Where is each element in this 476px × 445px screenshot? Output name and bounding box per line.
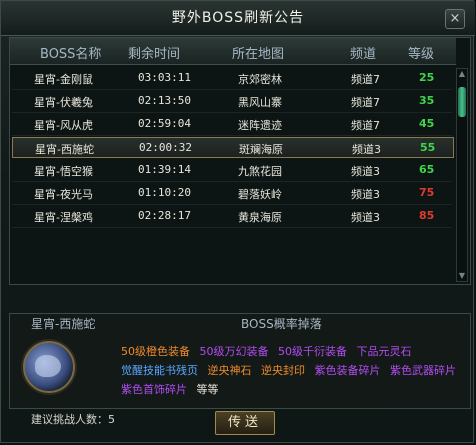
level-cell: 85 <box>419 209 435 222</box>
drop-item[interactable]: 50级千衍装备 <box>278 345 347 358</box>
level-cell: 35 <box>419 94 435 107</box>
level-cell: 45 <box>419 117 435 130</box>
boss-notice-window: 野外BOSS刷新公告 × BOSS名称 剩余时间 所在地图 频道 等级 星宵-金… <box>0 0 475 443</box>
map-cell: 九煞花园 <box>238 165 282 178</box>
channel-cell: 频道3 <box>351 165 380 178</box>
level-cell: 65 <box>419 163 435 176</box>
channel-cell: 频道7 <box>351 96 380 109</box>
channel-cell: 频道7 <box>351 119 380 132</box>
boss-name-cell: 星宵-风从虎 <box>34 119 93 132</box>
drop-item[interactable]: 50级万幻装备 <box>200 345 269 358</box>
scroll-thumb[interactable] <box>458 87 466 117</box>
header-level: 等级 <box>408 47 435 62</box>
remaining-time-cell: 02:28:17 <box>138 209 191 222</box>
boss-name-cell: 星宵-西施蛇 <box>35 143 94 156</box>
boss-name-cell: 星宵-涅槃鸡 <box>34 211 93 224</box>
channel-cell: 频道3 <box>351 211 380 224</box>
header-remaining-time: 剩余时间 <box>128 47 181 62</box>
drop-item[interactable]: 紫色武器碎片 <box>390 364 456 377</box>
selected-boss-name: 星宵-西施蛇 <box>31 317 96 331</box>
challengers-label: 建议挑战人数： <box>31 413 108 426</box>
level-cell: 25 <box>419 71 435 84</box>
drop-item[interactable]: 50级橙色装备 <box>121 345 190 358</box>
boss-name-cell: 星宵-悟空猴 <box>34 165 93 178</box>
remaining-time-cell: 02:59:04 <box>138 117 191 130</box>
boss-name-cell: 星宵-伏羲兔 <box>34 96 93 109</box>
remaining-time-cell: 02:13:50 <box>138 94 191 107</box>
channel-cell: 频道7 <box>351 73 380 86</box>
drop-title: BOSS概率掉落 <box>241 317 322 331</box>
level-cell: 75 <box>419 186 435 199</box>
drop-item[interactable]: 等等 <box>197 383 219 396</box>
title-bar[interactable]: 野外BOSS刷新公告 × <box>1 1 475 36</box>
drop-item-list: 50级橙色装备 50级万幻装备 50级千衍装备 下品元灵石 觉醒技能书残页 逆央… <box>121 342 467 399</box>
header-boss-name: BOSS名称 <box>40 47 102 62</box>
scroll-down-icon[interactable]: ▼ <box>457 271 467 281</box>
map-cell: 迷阵遗迹 <box>238 119 282 132</box>
drop-item[interactable]: 逆央神石 <box>208 364 252 377</box>
table-row[interactable]: 星宵-涅槃鸡 02:28:17 黄泉海原 频道3 85 <box>12 206 452 228</box>
map-cell: 京郊密林 <box>238 73 282 86</box>
drop-item[interactable]: 逆央封印 <box>261 364 305 377</box>
drop-item[interactable]: 下品元灵石 <box>357 345 412 358</box>
challengers-value: 5 <box>108 413 115 426</box>
map-cell: 斑斓海原 <box>239 143 283 156</box>
window-title: 野外BOSS刷新公告 <box>171 10 305 26</box>
table-header: BOSS名称 剩余时间 所在地图 频道 等级 <box>10 38 456 65</box>
drop-item[interactable]: 紫色装备碎片 <box>315 364 381 377</box>
header-channel: 频道 <box>350 47 377 62</box>
scroll-up-icon[interactable]: ▲ <box>457 69 467 79</box>
remaining-time-cell: 02:00:32 <box>139 141 192 154</box>
boss-avatar <box>23 341 75 393</box>
drop-header: 星宵-西施蛇 BOSS概率掉落 <box>9 311 469 333</box>
channel-cell: 频道3 <box>352 143 381 156</box>
table-row[interactable]: 星宵-金刚鼠 03:03:11 京郊密林 频道7 25 <box>12 68 452 90</box>
remaining-time-cell: 01:39:14 <box>138 163 191 176</box>
table-row[interactable]: 星宵-夜光马 01:10:20 碧落妖岭 频道3 75 <box>12 183 452 205</box>
map-cell: 黄泉海原 <box>238 211 282 224</box>
remaining-time-cell: 03:03:11 <box>138 71 191 84</box>
boss-name-cell: 星宵-金刚鼠 <box>34 73 93 86</box>
teleport-button[interactable]: 传送 <box>215 411 275 435</box>
header-map: 所在地图 <box>232 47 285 62</box>
drop-item[interactable]: 紫色首饰碎片 <box>121 383 187 396</box>
boss-name-cell: 星宵-夜光马 <box>34 188 93 201</box>
map-cell: 黑风山寨 <box>238 96 282 109</box>
boss-list-panel: BOSS名称 剩余时间 所在地图 频道 等级 星宵-金刚鼠 03:03:11 京郊密… <box>9 37 471 285</box>
table-row[interactable]: 星宵-伏羲兔 02:13:50 黑风山寨 频道7 35 <box>12 91 452 113</box>
table-row[interactable]: 星宵-风从虎 02:59:04 迷阵遗迹 频道7 45 <box>12 114 452 136</box>
table-row[interactable]: 星宵-悟空猴 01:39:14 九煞花园 频道3 65 <box>12 160 452 182</box>
table-row[interactable]: 星宵-西施蛇 02:00:32 斑斓海原 频道3 55 <box>12 137 454 158</box>
remaining-time-cell: 01:10:20 <box>138 186 191 199</box>
map-cell: 碧落妖岭 <box>238 188 282 201</box>
scrollbar[interactable]: ▲ ▼ <box>456 68 468 282</box>
channel-cell: 频道3 <box>351 188 380 201</box>
close-icon[interactable]: × <box>445 9 465 29</box>
challengers-info: 建议挑战人数：5 <box>31 411 115 427</box>
drop-item[interactable]: 觉醒技能书残页 <box>121 364 198 377</box>
level-cell: 55 <box>420 141 436 154</box>
